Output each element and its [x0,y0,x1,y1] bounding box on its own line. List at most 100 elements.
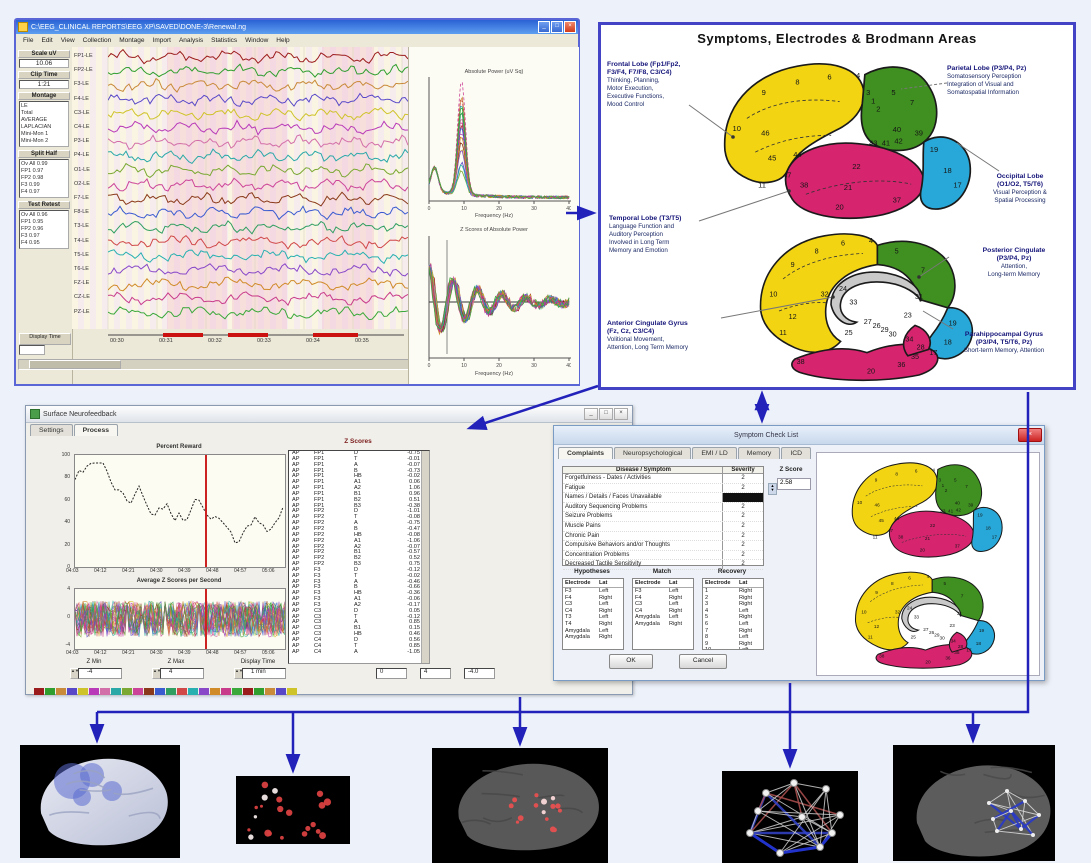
tab-icd[interactable]: ICD [781,447,811,459]
svg-text:0: 0 [428,363,431,368]
sidebar-list[interactable]: Ov All 0.96FP1 0.95FP2 0.96F3 0.97F4 0.9… [19,210,69,249]
ok-button[interactable]: OK [609,654,653,669]
symptom-row[interactable]: Auditory Sequencing Problems2 [563,503,763,513]
chart1-ytick: 80 [56,474,70,480]
channel-label-C3-LE: C3-LE [74,110,106,116]
channel-color-strip [34,682,298,690]
menu-window[interactable]: Window [241,37,272,44]
chart1-ytick: 60 [56,497,70,503]
severity-col-header: Severity [722,467,763,473]
symptom-row[interactable]: Compulsive Behaviors and/or Thoughts2 [563,541,763,551]
tab-emi-ld[interactable]: EMI / LD [692,447,736,459]
sidebar-list[interactable]: LETotalAVERAGELAPLACIANMini-Mon 1Mini-Mo… [19,101,69,147]
menu-help[interactable]: Help [272,37,293,44]
svg-text:10: 10 [461,206,467,211]
chart2-ytick: 4 [56,586,70,592]
control-field[interactable]: -4 [78,668,122,679]
sidebar-header-scale-uv[interactable]: Scale uV [18,50,70,58]
chart2-ytick: 0 [56,614,70,620]
listbox-title-recovery: Recovery [702,568,762,575]
listbox-recovery[interactable]: ElectrodeLat1Right2Right3Right4Left5Righ… [702,578,764,650]
symptom-row[interactable]: Concentration Problems2 [563,551,763,561]
channel-label-O2-LE: O2-LE [74,181,106,187]
sidebar-value: 10.06 [19,59,69,68]
menu-edit[interactable]: Edit [37,37,56,44]
eeg-titlebar[interactable]: C:\EEG_CLINICAL REPORTS\EEG XP\SAVED\DON… [16,20,578,34]
channel-label-T3-LE: T3-LE [74,223,106,229]
chart1-ytick: 100 [56,452,70,458]
menu-analysis[interactable]: Analysis [175,37,207,44]
maximize-button[interactable]: □ [551,21,563,33]
chart2-xtick: 05:06 [262,650,275,656]
sidebar-header-test-retest[interactable]: Test Retest [18,201,70,209]
symptom-row[interactable]: Fatigue2 [563,484,763,494]
brain-medial-small [849,565,1007,670]
cancel-button[interactable]: Cancel [679,654,727,669]
tab-complaints[interactable]: Complaints [558,447,613,459]
percent-reward-chart [74,454,286,568]
tab-memory[interactable]: Memory [738,447,781,459]
symptom-row[interactable]: Muscle Pains2 [563,522,763,532]
minimize-button[interactable]: _ [584,408,598,420]
eeg-trace-area[interactable]: FP1-LEFP2-LEF3-LEF4-LEC3-LEC4-LEP3-LEP4-… [72,47,408,329]
chart2-ytick: -4 [56,642,70,648]
brain-image-red-sources [432,748,608,863]
symptom-brains-panel [816,452,1040,676]
sidebar-list[interactable]: Ov All 0.99FP1 0.97FP2 0.98F3 0.99F4 0.9… [19,159,69,198]
eeg-scrollbar-thumb[interactable] [29,360,121,369]
display-time-field[interactable] [19,345,45,355]
footer-field[interactable]: 0 [376,668,407,679]
brain-image-cortex-blue [20,745,180,858]
listbox-match[interactable]: ElectrodeLatF3LeftF4RightC3LeftC4RightAm… [632,578,694,650]
chart2-xtick: 04:21 [122,650,135,656]
close-button[interactable]: × [564,21,576,33]
eeg-window: C:\EEG_CLINICAL REPORTS\EEG XP\SAVED\DON… [14,18,580,386]
tab-process[interactable]: Process [74,424,118,436]
channel-label-P4-LE: P4-LE [74,152,106,158]
footer-field[interactable]: 4 [420,668,451,679]
control-field[interactable]: 1 min [242,668,286,679]
chart1-ytick: 40 [56,519,70,525]
symptom-list[interactable]: Disease / Symptom Severity Forgetfulness… [562,466,764,566]
footer-field[interactable]: -4.0 [464,668,495,679]
channel-label-T4-LE: T4-LE [74,238,106,244]
app-icon [18,22,28,32]
brodmann-title: Symptoms, Electrodes & Brodmann Areas [601,31,1073,46]
maximize-button[interactable]: □ [599,408,613,420]
svg-text:40: 40 [566,206,571,211]
symptom-row[interactable]: Chronic Pain2 [563,532,763,542]
chart2-xtick: 04:30 [150,650,163,656]
menu-montage[interactable]: Montage [115,37,148,44]
menu-import[interactable]: Import [149,37,175,44]
svg-text:40: 40 [566,363,571,368]
listbox-hypotheses[interactable]: ElectrodeLatF3LeftF4RightC3LeftC4RightT3… [562,578,624,650]
psd-panel: Absolute Power (uV Sq) 010203040 Frequen… [408,47,579,384]
sidebar-header-split-half[interactable]: Split Half [18,150,70,158]
neurofeedback-titlebar[interactable]: Surface Neurofeedback _ □ × [26,406,632,423]
symptom-row[interactable]: Forgetfulness - Dates / Activities2 [563,474,763,484]
label-temporal-lobe: Temporal Lobe (T3/T5)Language Function a… [609,215,729,255]
chart1-xtick: 05:06 [262,568,275,574]
close-button[interactable]: × [614,408,628,420]
menu-file[interactable]: File [19,37,37,44]
menu-view[interactable]: View [57,37,79,44]
symptom-titlebar[interactable]: Symptom Check List × [554,426,1044,445]
tab-settings[interactable]: Settings [30,424,73,436]
ztable-row[interactable]: APC4A-1.05 [289,650,429,656]
sidebar-header-montage[interactable]: Montage [18,92,70,100]
zscore-spinner[interactable]: ▲▼2.58 [768,478,811,496]
brain-image-network-graph [722,771,858,863]
ztable-scrollbar[interactable] [421,451,429,663]
tab-neuropsychological[interactable]: Neuropsychological [614,447,691,459]
minimize-button[interactable]: _ [538,21,550,33]
sidebar-header-clip-time[interactable]: Clip Time [18,71,70,79]
eeg-timeline: 00:3000:3100:3200:3300:3400:35 [108,333,404,351]
zscore-table[interactable]: APFP1D-0.75APFP1T-0.01APFP1A-0.07APFP1B-… [288,450,430,664]
symptom-row[interactable]: Names / Details / Faces Unavailable2 [563,493,763,503]
chart1-xtick: 04:21 [122,568,135,574]
control-field[interactable]: 4 [160,668,204,679]
menu-collection[interactable]: Collection [79,37,116,44]
symptom-row[interactable]: Seizure Problems2 [563,512,763,522]
menu-statistics[interactable]: Statistics [207,37,241,44]
close-button[interactable]: × [1018,428,1042,442]
